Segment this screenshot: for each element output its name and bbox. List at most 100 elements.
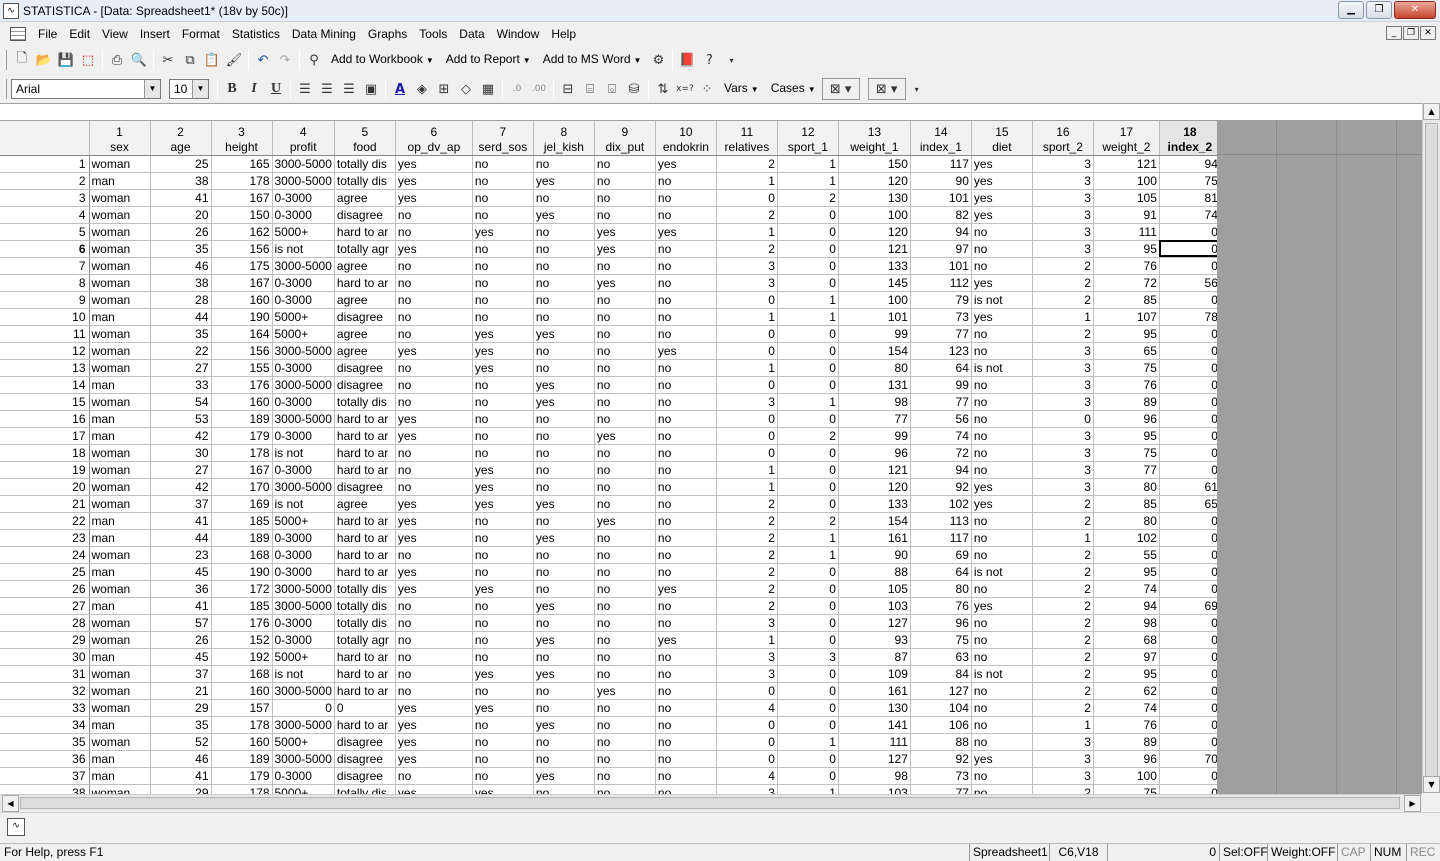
cell-index-2[interactable]: 0 [1159,257,1221,275]
cell-jel-kish[interactable]: no [533,546,595,564]
cell-sex[interactable]: woman [89,733,151,751]
cell-sex[interactable]: woman [89,206,151,224]
cell-index-2[interactable]: 0 [1159,614,1221,632]
cell-sport-2[interactable]: 2 [1032,597,1094,615]
cell-relatives[interactable]: 2 [716,512,778,530]
cell-jel-kish[interactable]: yes [533,376,595,394]
cell-jel-kish[interactable]: no [533,699,595,717]
cell-weight-2[interactable]: 95 [1093,427,1160,445]
cell-index-1[interactable]: 88 [910,733,972,751]
cell-profit[interactable]: 3000-5000 [272,682,335,700]
cell-relatives[interactable]: 4 [716,699,778,717]
cell-weight-2[interactable]: 75 [1093,359,1160,377]
cell-serd-sos[interactable]: no [472,189,534,207]
cell-serd-sos[interactable]: no [472,614,534,632]
cell-weight-2[interactable]: 95 [1093,240,1160,258]
cell-relatives[interactable]: 2 [716,546,778,564]
cell-age[interactable]: 22 [150,342,212,360]
cell-sport-2[interactable]: 2 [1032,665,1094,683]
cell-index-1[interactable]: 92 [910,478,972,496]
cell-weight-1[interactable]: 130 [838,699,911,717]
cell-diet[interactable]: is not [971,665,1033,683]
cell-food[interactable]: hard to ar [334,444,396,462]
cell-sport-2[interactable]: 2 [1032,495,1094,513]
cell-profit[interactable]: 5000+ [272,648,335,666]
column-header-sport-2[interactable]: 16 sport_2 [1032,121,1094,156]
cell-serd-sos[interactable]: no [472,750,534,768]
add-to-report-button[interactable]: Add to Report ▼ [440,48,537,72]
cell-index-1[interactable]: 77 [910,784,972,794]
cell-dix-put[interactable]: no [594,665,656,683]
cell-sex[interactable]: woman [89,614,151,632]
row-header[interactable]: 29 [0,631,90,649]
cell-height[interactable]: 156 [211,342,273,360]
cell-sex[interactable]: man [89,376,151,394]
menu-data[interactable]: Data [453,24,490,44]
merge-icon[interactable]: ▣ [360,78,382,100]
cell-index-1[interactable]: 79 [910,291,972,309]
close-button[interactable]: ✕ [1394,1,1436,19]
cell-endokrin[interactable]: no [655,529,717,547]
column-header-op-dv-ap[interactable]: 6 op_dv_ap [395,121,473,156]
cell-endokrin[interactable]: no [655,614,717,632]
cell-sport-1[interactable]: 0 [777,206,839,224]
cell-sport-2[interactable]: 3 [1032,461,1094,479]
cell-weight-2[interactable]: 95 [1093,563,1160,581]
cell-endokrin[interactable]: no [655,767,717,785]
cell-op-dv-ap[interactable]: yes [395,563,473,581]
cell-food[interactable]: disagree [334,308,396,326]
cell-dix-put[interactable]: no [594,597,656,615]
toolbar-grip[interactable] [4,50,7,70]
cell-sport-1[interactable]: 2 [777,189,839,207]
underline-icon[interactable]: U [265,78,287,100]
cell-profit[interactable]: is not [272,240,335,258]
cell-age[interactable]: 37 [150,665,212,683]
copy-icon[interactable]: ⧉ [179,49,201,71]
cell-diet[interactable]: no [971,733,1033,751]
cell-profit[interactable]: 5000+ [272,733,335,751]
cell-endokrin[interactable]: yes [655,631,717,649]
cell-height[interactable]: 168 [211,546,273,564]
cell-serd-sos[interactable]: no [472,172,534,190]
cell-serd-sos[interactable]: no [472,427,534,445]
cell-serd-sos[interactable]: no [472,444,534,462]
cell-index-1[interactable]: 96 [910,614,972,632]
cell-sport-2[interactable]: 3 [1032,733,1094,751]
custom-tool-icon[interactable]: ⚙ [647,49,669,71]
cell-relatives[interactable]: 1 [716,461,778,479]
cell-relatives[interactable]: 1 [716,172,778,190]
cell-dix-put[interactable]: no [594,189,656,207]
cell-sport-1[interactable]: 1 [777,546,839,564]
cell-index-2[interactable]: 0 [1159,359,1221,377]
cell-sex[interactable]: man [89,597,151,615]
cell-sport-1[interactable]: 0 [777,257,839,275]
cell-height[interactable]: 178 [211,716,273,734]
cell-profit[interactable]: 5000+ [272,784,335,794]
align-center-icon[interactable]: ☰ [316,78,338,100]
cell-endokrin[interactable]: no [655,597,717,615]
cell-sport-2[interactable]: 1 [1032,308,1094,326]
cell-sport-2[interactable]: 2 [1032,580,1094,598]
cell-diet[interactable]: is not [971,291,1033,309]
cell-jel-kish[interactable]: yes [533,325,595,343]
row-header[interactable]: 25 [0,563,90,581]
spreadsheet-doc-icon[interactable] [10,26,26,41]
cell-weight-1[interactable]: 87 [838,648,911,666]
cell-relatives[interactable]: 4 [716,767,778,785]
cell-index-1[interactable]: 92 [910,750,972,768]
cell-diet[interactable]: no [971,410,1033,428]
cell-sport-2[interactable]: 2 [1032,546,1094,564]
row-header[interactable]: 3 [0,189,90,207]
cell-diet[interactable]: yes [971,172,1033,190]
cell-serd-sos[interactable]: no [472,529,534,547]
cell-weight-2[interactable]: 74 [1093,699,1160,717]
cell-diet[interactable]: no [971,444,1033,462]
horizontal-scroll-thumb[interactable] [20,797,1400,809]
cell-weight-2[interactable]: 100 [1093,172,1160,190]
cell-serd-sos[interactable]: yes [472,461,534,479]
row-header[interactable]: 38 [0,784,90,794]
cell-diet[interactable]: yes [971,478,1033,496]
cell-jel-kish[interactable]: yes [533,495,595,513]
cell-dix-put[interactable]: no [594,291,656,309]
cell-profit[interactable]: 0-3000 [272,274,335,292]
